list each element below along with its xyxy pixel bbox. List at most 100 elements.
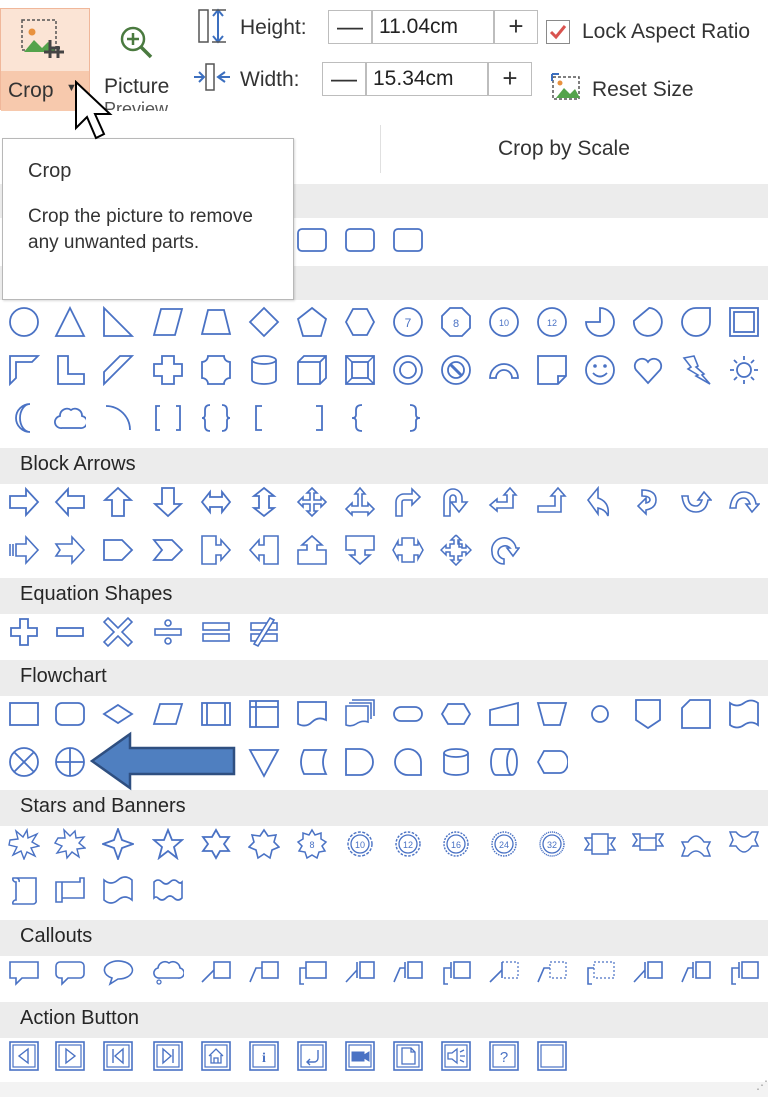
- shape-left-brace[interactable]: [344, 402, 376, 434]
- shape-curved-down-arrow[interactable]: [728, 486, 760, 518]
- shape-down-arrow-callout[interactable]: [344, 534, 376, 566]
- action-button-back[interactable]: [8, 1040, 40, 1072]
- shape-explosion-2[interactable]: [54, 828, 86, 860]
- shape-octagon[interactable]: 8: [440, 306, 472, 338]
- shape-line-callout-1-accent[interactable]: [344, 956, 376, 988]
- shape-half-frame[interactable]: [8, 354, 40, 386]
- action-button-end[interactable]: [152, 1040, 184, 1072]
- action-button-help[interactable]: ?: [488, 1040, 520, 1072]
- shape-4-point-star[interactable]: [102, 828, 134, 860]
- shape-bent-up-arrow[interactable]: [536, 486, 568, 518]
- shape-double-wave[interactable]: [152, 874, 184, 906]
- shape-folded-corner[interactable]: [536, 354, 568, 386]
- shape-flowchart-delay[interactable]: [344, 746, 376, 778]
- shape-line-callout-3-accent[interactable]: [440, 956, 472, 988]
- shape-not-equal[interactable]: [248, 616, 280, 648]
- shape-up-arrow-callout[interactable]: [296, 534, 328, 566]
- shape-double-brace[interactable]: [200, 402, 232, 434]
- action-button-home[interactable]: [200, 1040, 232, 1072]
- shape-flowchart-preparation[interactable]: [440, 698, 472, 730]
- shape-oval-callout[interactable]: [102, 956, 134, 988]
- shape-flowchart-display[interactable]: [536, 746, 568, 778]
- shape-moon[interactable]: [8, 402, 40, 434]
- shape-rounded-rectangular-callout[interactable]: [54, 956, 86, 988]
- shape-pentagon-arrow[interactable]: [102, 534, 134, 566]
- shape-left-right-arrow-callout[interactable]: [392, 534, 424, 566]
- shape-snip-rect[interactable]: [344, 224, 376, 256]
- shape-24-point-star[interactable]: 24: [488, 828, 520, 860]
- action-button-return[interactable]: [296, 1040, 328, 1072]
- width-decrease-button[interactable]: —: [322, 62, 366, 96]
- shape-cross[interactable]: [152, 354, 184, 386]
- shape-circular-arrow[interactable]: [488, 534, 520, 566]
- shape-plus[interactable]: [8, 616, 40, 648]
- shape-curved-up-arrow[interactable]: [680, 486, 712, 518]
- shape-parallelogram[interactable]: [152, 306, 184, 338]
- shape-line-callout-1-border-accent[interactable]: [632, 956, 664, 988]
- shape-right-arrow[interactable]: [8, 486, 40, 518]
- shape-curved-up-ribbon[interactable]: [680, 828, 712, 860]
- shape-curved-down-ribbon[interactable]: [728, 828, 760, 860]
- height-decrease-button[interactable]: —: [328, 10, 372, 44]
- action-button-information[interactable]: i: [248, 1040, 280, 1072]
- shape-flowchart-card[interactable]: [680, 698, 712, 730]
- shape-triangle[interactable]: [54, 306, 86, 338]
- shape-cube[interactable]: [296, 354, 328, 386]
- shape-left-bracket[interactable]: [248, 402, 280, 434]
- shape-left-arrow[interactable]: [54, 486, 86, 518]
- shape-down-ribbon[interactable]: [632, 828, 664, 860]
- shape-multiply[interactable]: [102, 616, 134, 648]
- shape-diagonal-stripe[interactable]: [102, 354, 134, 386]
- shape-curved-left-arrow[interactable]: [632, 486, 664, 518]
- reset-size-label[interactable]: Reset Size: [592, 78, 694, 102]
- shape-striped-right-arrow[interactable]: [8, 534, 40, 566]
- shape-u-turn-arrow[interactable]: [440, 486, 472, 518]
- shape-notched-right-arrow[interactable]: [54, 534, 86, 566]
- shape-l-shape[interactable]: [54, 354, 86, 386]
- shape-right-bracket[interactable]: [304, 402, 336, 434]
- shape-7-point-star[interactable]: [248, 828, 280, 860]
- shape-flowchart-predefined-process[interactable]: [200, 698, 232, 730]
- shape-flowchart-alternate-process[interactable]: [54, 698, 86, 730]
- shape-round-rect[interactable]: [392, 224, 424, 256]
- shape-arc[interactable]: [102, 402, 134, 434]
- shape-flowchart-direct-access-storage[interactable]: [488, 746, 520, 778]
- shape-12-point-star[interactable]: 12: [392, 828, 424, 860]
- shape-flowchart-magnetic-disk[interactable]: [440, 746, 472, 778]
- shape-right-triangle[interactable]: [102, 306, 134, 338]
- shape-horizontal-scroll[interactable]: [54, 874, 86, 906]
- lock-aspect-label[interactable]: Lock Aspect Ratio: [582, 20, 750, 44]
- shape-double-bracket[interactable]: [152, 402, 184, 434]
- shape-line-callout-3[interactable]: [296, 956, 328, 988]
- shape-8-point-star[interactable]: 8: [296, 828, 328, 860]
- shape-chevron[interactable]: [152, 534, 184, 566]
- shape-dodecagon[interactable]: 12: [536, 306, 568, 338]
- shape-16-point-star[interactable]: 16: [440, 828, 472, 860]
- shape-flowchart-or[interactable]: [54, 746, 86, 778]
- action-button-forward[interactable]: [54, 1040, 86, 1072]
- shape-line-callout-3-no-border[interactable]: [584, 956, 616, 988]
- shape-cloud[interactable]: [54, 402, 86, 434]
- shape-flowchart-terminator[interactable]: [392, 698, 424, 730]
- shape-line-callout-1[interactable]: [200, 956, 232, 988]
- shape-5-point-star[interactable]: [152, 828, 184, 860]
- shape-smiley-face[interactable]: [584, 354, 616, 386]
- width-increase-button[interactable]: +: [488, 62, 532, 96]
- shape-flowchart-internal-storage[interactable]: [248, 698, 280, 730]
- height-increase-button[interactable]: +: [494, 10, 538, 44]
- action-button-movie[interactable]: [344, 1040, 376, 1072]
- shape-quad-arrow[interactable]: [296, 486, 328, 518]
- shape-flowchart-sequential-access[interactable]: [392, 746, 424, 778]
- shape-up-down-arrow[interactable]: [248, 486, 280, 518]
- shape-flowchart-offpage-connector[interactable]: [632, 698, 664, 730]
- shape-line-callout-2-accent[interactable]: [392, 956, 424, 988]
- shape-plaque[interactable]: [200, 354, 232, 386]
- shape-division[interactable]: [152, 616, 184, 648]
- width-input[interactable]: 15.34cm: [366, 62, 488, 96]
- shape-bevel[interactable]: [344, 354, 376, 386]
- shape-cloud-callout[interactable]: [152, 956, 184, 988]
- shape-bent-arrow[interactable]: [392, 486, 424, 518]
- shape-teardrop[interactable]: [680, 306, 712, 338]
- shape-line-callout-3-border-accent[interactable]: [728, 956, 760, 988]
- lock-aspect-checkbox[interactable]: [546, 20, 570, 44]
